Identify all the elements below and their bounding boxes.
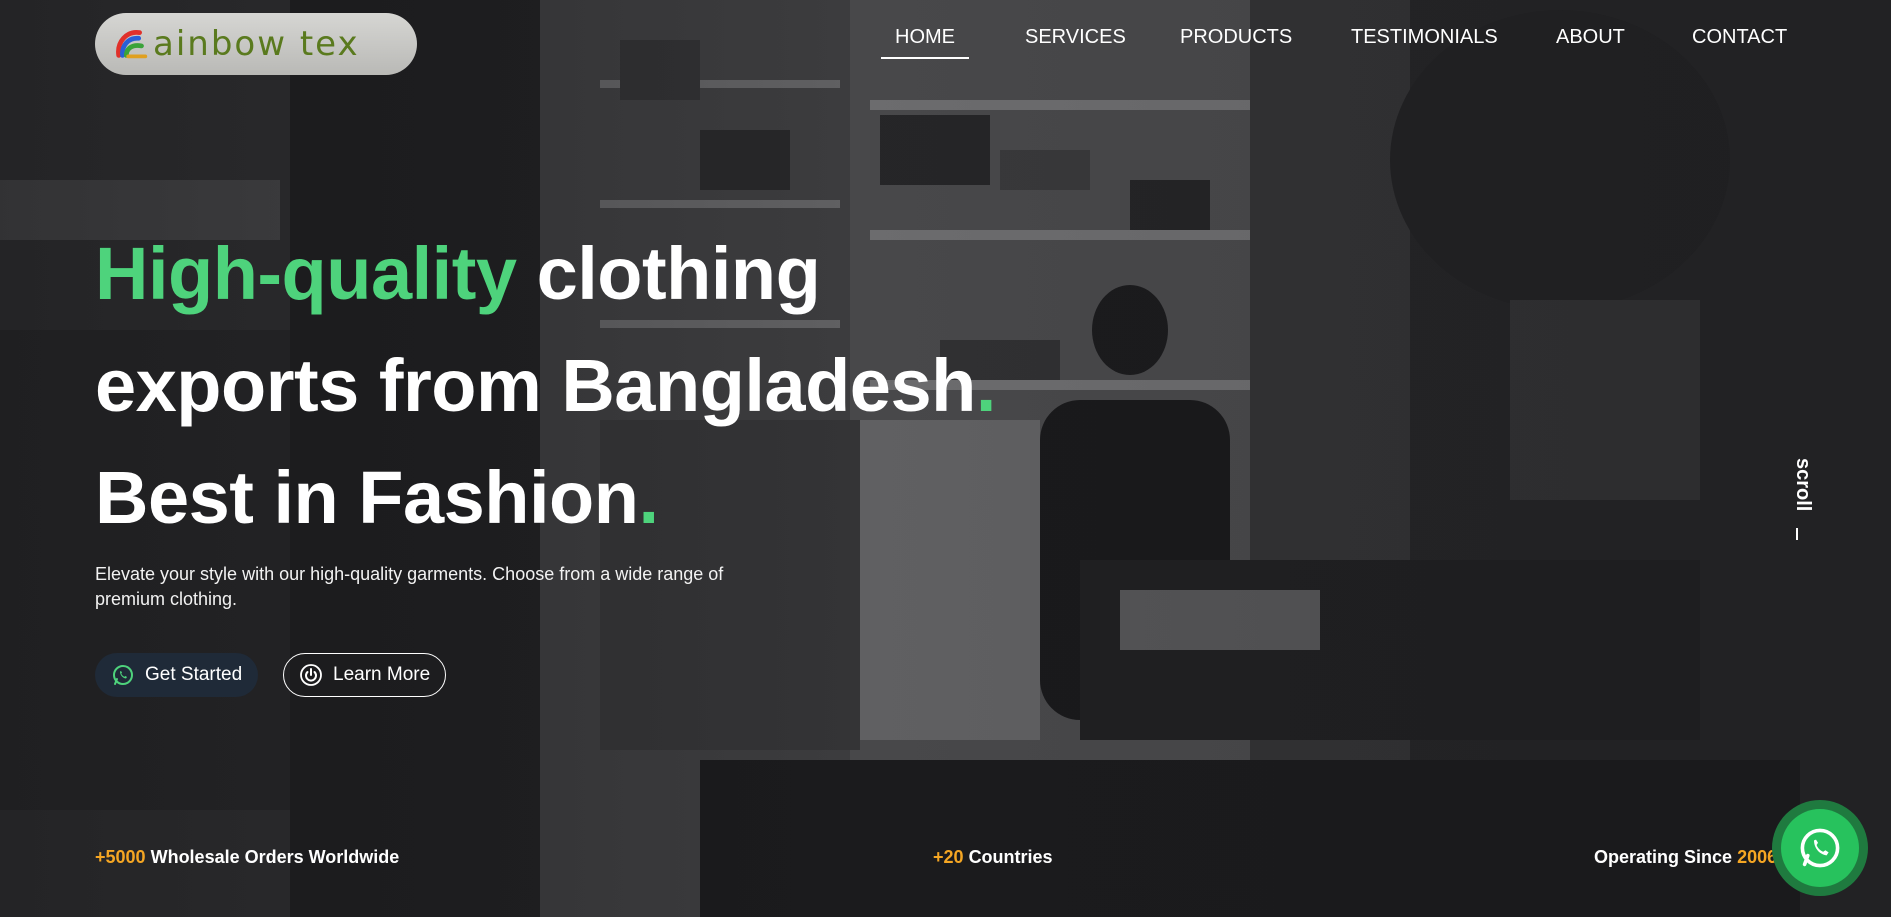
stat-value: +20 (933, 847, 964, 867)
stat-label: Countries (968, 847, 1053, 867)
scroll-indicator[interactable]: scroll (1786, 458, 1816, 540)
whatsapp-float-button[interactable] (1772, 800, 1868, 896)
stat-wholesale-orders: +5000 Wholesale Orders Worldwide (95, 847, 399, 868)
stat-label: Wholesale Orders Worldwide (150, 847, 400, 867)
brand-logo[interactable]: ainbow tex (95, 13, 417, 75)
whatsapp-icon (1800, 828, 1840, 868)
headline-dot: . (638, 456, 659, 539)
get-started-button[interactable]: Get Started (95, 653, 258, 697)
headline-dot: . (975, 344, 997, 427)
headline-line-3-text: Best in Fashion (95, 456, 639, 539)
scroll-dash (1796, 528, 1798, 540)
stat-value: +5000 (95, 847, 146, 867)
nav-services[interactable]: SERVICES (1025, 26, 1126, 49)
hero-headline: High-quality clothing exports from Bangl… (95, 218, 996, 554)
nav-testimonials[interactable]: TESTIMONIALS (1351, 26, 1498, 49)
headline-line-2-text: exports from Bangladesh (95, 344, 976, 427)
get-started-label: Get Started (145, 664, 243, 685)
headline-line-2: exports from Bangladesh. (95, 330, 996, 442)
headline-line-1: High-quality clothing (95, 218, 996, 330)
hero-subtext: Elevate your style with our high-quality… (95, 564, 724, 609)
power-icon (300, 664, 322, 686)
stat-countries: +20 Countries (933, 847, 1053, 868)
nav-contact[interactable]: CONTACT (1692, 26, 1787, 49)
nav-home[interactable]: HOME (881, 26, 969, 59)
stat-operating-since: Operating Since 2006 (1594, 847, 1777, 868)
scroll-label: scroll (1792, 458, 1814, 512)
headline-line-3: Best in Fashion. (95, 442, 996, 554)
learn-more-label: Learn More (333, 664, 431, 685)
learn-more-button[interactable]: Learn More (283, 653, 446, 697)
headline-line-1-text: clothing (536, 232, 821, 315)
nav-products[interactable]: PRODUCTS (1180, 26, 1292, 49)
nav-about[interactable]: ABOUT (1556, 26, 1625, 49)
stat-label: Operating Since (1594, 847, 1733, 867)
whatsapp-float-inner (1781, 809, 1859, 887)
rainbow-logo-icon (116, 30, 148, 59)
headline-highlight: High-quality (95, 232, 517, 315)
whatsapp-icon (113, 665, 133, 685)
logo-text: ainbow tex (153, 24, 360, 64)
